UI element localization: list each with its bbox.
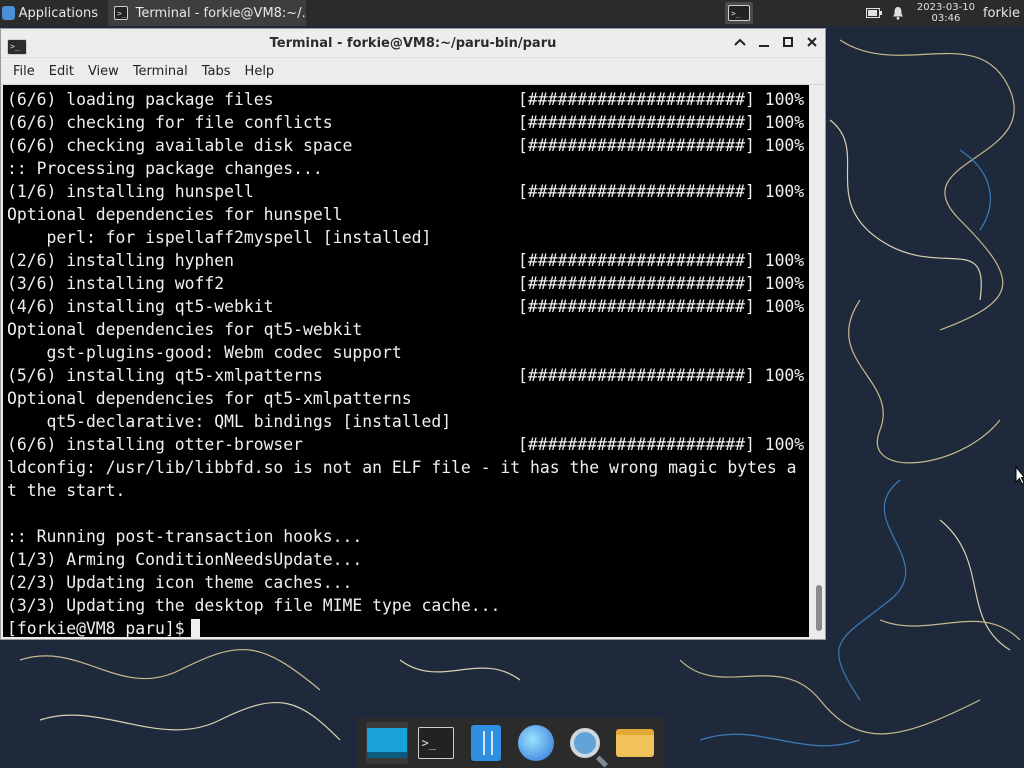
terminal-output[interactable]: (6/6) loading package files [############… [3, 85, 809, 637]
shade-button[interactable] [733, 33, 747, 51]
applications-icon [2, 6, 15, 20]
minimize-icon [759, 45, 769, 47]
window-title: Terminal - forkie@VM8:~/paru-bin/paru [269, 35, 557, 51]
progress-text: [######################] 100% [518, 366, 805, 385]
terminal-line: :: Processing package changes... [7, 159, 323, 178]
progress-text: [######################] 100% [518, 113, 805, 132]
dock-folder[interactable] [614, 722, 656, 764]
terminal-line: (2/6) installing hyphen [################… [7, 251, 805, 270]
terminal-line: perl: for ispellaff2myspell [installed] [7, 228, 432, 247]
chevron-up-icon [734, 38, 746, 46]
scrollbar-thumb[interactable] [816, 585, 822, 631]
window-controls [733, 33, 819, 51]
maximize-button[interactable] [781, 33, 795, 51]
terminal-line: Optional dependencies for qt5-xmlpattern… [7, 389, 412, 408]
terminal-line: (4/6) installing qt5-webkit [############… [7, 297, 805, 316]
web-browser-icon [517, 725, 554, 761]
terminal-line: (6/6) installing otter-browser [#########… [7, 435, 805, 454]
minimize-button[interactable] [757, 33, 771, 51]
battery-icon[interactable] [865, 0, 883, 26]
menu-edit[interactable]: Edit [43, 64, 80, 79]
terminal-line: ldconfig: /usr/lib/libbfd.so is not an E… [7, 458, 797, 477]
menu-file[interactable]: File [7, 64, 41, 79]
folder-icon [616, 729, 655, 757]
taskbar-terminal-label: Terminal - forkie@VM8:~/... [135, 5, 306, 21]
progress-text: [######################] 100% [518, 182, 805, 201]
terminal-line: (3/6) installing woff2 [#################… [7, 274, 805, 293]
terminal-lines: (6/6) loading package files [############… [7, 88, 807, 637]
terminal-line: Optional dependencies for hunspell [7, 205, 343, 224]
dock-web-browser[interactable] [515, 722, 557, 764]
progress-text: [######################] 100% [518, 90, 805, 109]
terminal-line: (2/3) Updating icon theme caches... [7, 573, 353, 592]
terminal-line: (6/6) loading package files [############… [7, 90, 805, 109]
window-icon[interactable]: >_ [7, 34, 27, 55]
clock[interactable]: 2023-03-10 03:46 [917, 2, 975, 24]
vertical-scrollbar[interactable] [811, 85, 825, 637]
progress-text: [######################] 100% [518, 435, 805, 454]
terminal-launcher-button[interactable]: >_ [724, 2, 753, 24]
file-manager-icon [471, 725, 502, 761]
menu-bar: File Edit View Terminal Tabs Help [1, 58, 825, 85]
terminal-line: (1/6) installing hunspell [##############… [7, 182, 805, 201]
terminal-line: t the start. [7, 481, 126, 500]
dock: >_ [358, 718, 664, 768]
terminal-icon: >_ [114, 6, 128, 20]
terminal-prompt-line[interactable]: [forkie@VM8 paru]$ [7, 617, 807, 637]
terminal-line: Optional dependencies for qt5-webkit [7, 320, 363, 339]
close-icon [807, 37, 817, 47]
text-cursor [190, 619, 200, 637]
maximize-icon [783, 37, 793, 47]
terminal-window: >_ Terminal - forkie@VM8:~/paru-bin/paru… [0, 28, 826, 640]
taskbar-terminal-button[interactable]: >_ Terminal - forkie@VM8:~/... [108, 0, 306, 26]
terminal-line: gst-plugins-good: Webm codec support [7, 343, 402, 362]
dock-search[interactable] [564, 722, 606, 764]
clock-time: 03:46 [931, 13, 961, 24]
terminal-icon: >_ [727, 5, 750, 21]
applications-menu-button[interactable]: Applications [0, 0, 104, 26]
dock-terminal[interactable]: >_ [415, 722, 457, 764]
terminal-line: (6/6) checking for file conflicts [######… [7, 113, 805, 132]
search-icon [570, 728, 601, 758]
menu-help[interactable]: Help [239, 64, 281, 79]
terminal-line: (3/3) Updating the desktop file MIME typ… [7, 596, 501, 615]
menu-tabs[interactable]: Tabs [196, 64, 237, 79]
terminal-line: (1/3) Arming ConditionNeedsUpdate... [7, 550, 363, 569]
terminal-line: (5/6) installing qt5-xmlpatterns [#######… [7, 366, 805, 385]
progress-text: [######################] 100% [518, 251, 805, 270]
close-button[interactable] [805, 33, 819, 51]
top-panel: Applications >_ Terminal - forkie@VM8:~/… [0, 0, 1024, 26]
progress-text: [######################] 100% [518, 136, 805, 155]
menu-view[interactable]: View [82, 64, 125, 79]
title-bar[interactable]: >_ Terminal - forkie@VM8:~/paru-bin/paru [1, 29, 825, 58]
clock-date: 2023-03-10 [916, 2, 975, 13]
menu-terminal[interactable]: Terminal [127, 64, 194, 79]
notification-bell-icon[interactable] [889, 0, 907, 26]
show-desktop-icon [366, 728, 407, 758]
terminal-icon: >_ [7, 38, 27, 55]
dock-file-manager[interactable] [465, 722, 507, 764]
terminal-line: :: Running post-transaction hooks... [7, 527, 363, 546]
user-menu[interactable]: forkie [983, 6, 1024, 21]
mouse-pointer-icon [1015, 466, 1024, 485]
applications-label: Applications [18, 5, 98, 21]
terminal-prompt: [forkie@VM8 paru]$ [7, 619, 185, 637]
dock-show-desktop[interactable] [365, 722, 408, 764]
progress-text: [######################] 100% [518, 297, 805, 316]
progress-text: [######################] 100% [518, 274, 805, 293]
terminal-line: qt5-declarative: QML bindings [installed… [7, 412, 452, 431]
terminal-line: (6/6) checking available disk space [####… [7, 136, 805, 155]
terminal-icon: >_ [418, 727, 455, 759]
